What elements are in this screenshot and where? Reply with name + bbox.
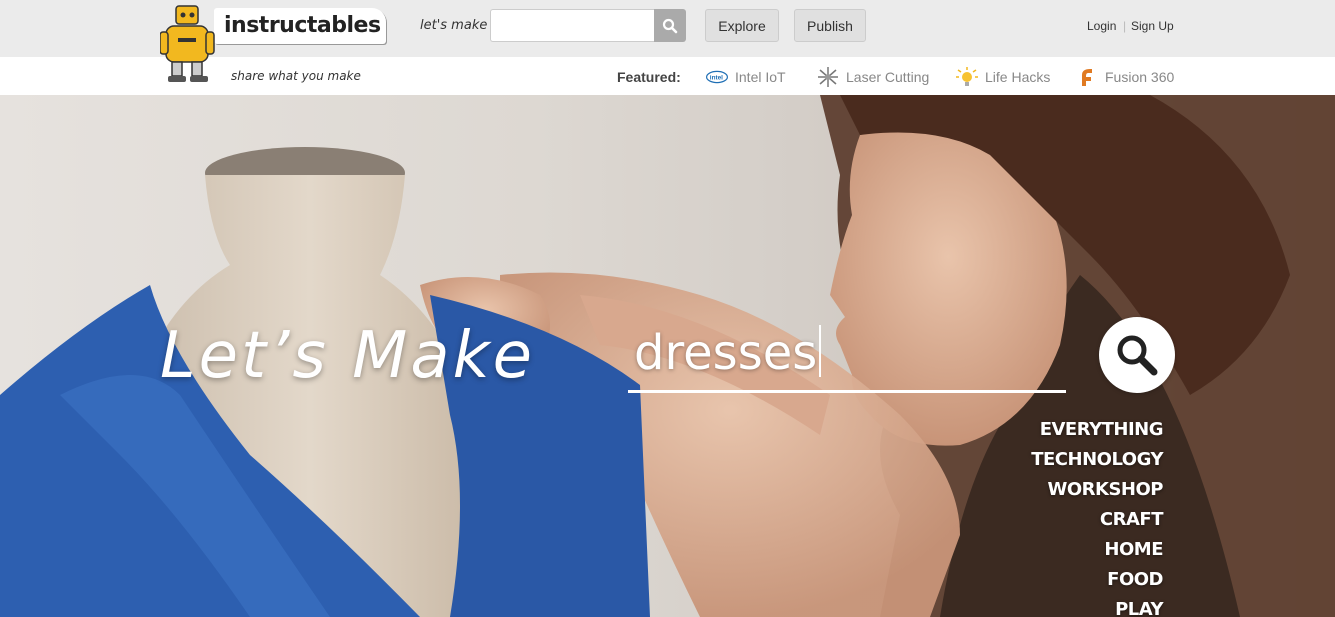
intel-icon: intel (705, 68, 729, 86)
category-craft[interactable]: CRAFT (1031, 505, 1164, 535)
publish-button[interactable]: Publish (794, 9, 866, 42)
featured-item-label: Life Hacks (985, 69, 1051, 85)
logo-wordmark[interactable]: instructables (214, 8, 386, 44)
featured-item-label: Fusion 360 (1105, 69, 1175, 85)
auth-separator: | (1123, 19, 1127, 33)
laser-icon (816, 67, 840, 87)
featured-item-label: Laser Cutting (846, 69, 930, 85)
search-icon (662, 18, 678, 33)
lightbulb-icon (955, 67, 979, 86)
header-search-input[interactable] (490, 9, 655, 42)
hero-banner: Let’s Make dresses EVERYTHING TECHNOLOGY… (0, 95, 1335, 617)
header-search-button[interactable] (654, 9, 686, 42)
featured-item-laser-cutting[interactable]: Laser Cutting (816, 67, 930, 87)
hero-search-button[interactable] (1099, 317, 1175, 393)
featured-item-label: Intel IoT (735, 69, 786, 85)
svg-text:intel: intel (710, 74, 723, 81)
hero-title: Let’s Make (160, 319, 536, 393)
category-home[interactable]: HOME (1031, 535, 1163, 565)
search-label: let's make (420, 18, 488, 33)
category-technology[interactable]: TECHNOLOGY (1031, 445, 1163, 475)
category-everything[interactable]: EVERYTHING (1031, 415, 1164, 445)
category-list: EVERYTHING TECHNOLOGY WORKSHOP CRAFT HOM… (1031, 415, 1163, 617)
signup-link[interactable]: Sign Up (1131, 19, 1174, 33)
featured-item-fusion-360[interactable]: Fusion 360 (1075, 68, 1174, 86)
category-food[interactable]: FOOD (1031, 565, 1163, 595)
text-caret (819, 325, 822, 377)
category-play[interactable]: PLAY (1031, 595, 1163, 617)
fusion-icon (1075, 68, 1099, 86)
login-link[interactable]: Login (1087, 19, 1116, 33)
logo-tagline: share what you make (231, 69, 361, 83)
magnifier-icon (1117, 335, 1158, 376)
featured-label: Featured: (617, 69, 681, 85)
robot-logo-icon[interactable] (160, 4, 220, 86)
category-workshop[interactable]: WORKSHOP (1031, 475, 1164, 505)
featured-item-life-hacks[interactable]: Life Hacks (955, 67, 1051, 86)
featured-item-intel-iot[interactable]: intel Intel IoT (705, 68, 786, 86)
hero-search-input[interactable]: dresses (628, 317, 1066, 393)
explore-button[interactable]: Explore (705, 9, 779, 42)
